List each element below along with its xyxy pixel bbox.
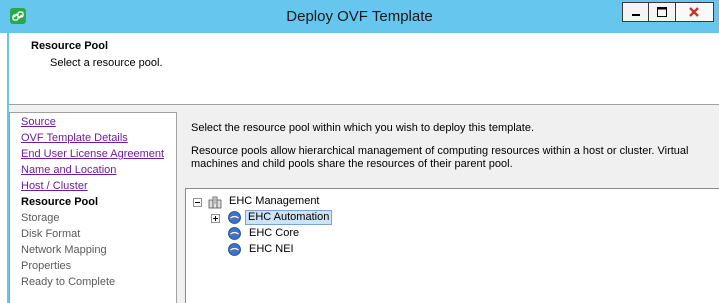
nav-step-source[interactable]: Source xyxy=(21,116,56,129)
wizard-header: Resource Pool Select a resource pool. xyxy=(9,33,719,105)
tree-node-ehc-nei[interactable]: EHC NEI xyxy=(249,243,294,256)
nav-step-resource-pool: Resource Pool xyxy=(21,196,99,208)
resource-pool-icon xyxy=(228,243,241,256)
title-bar: Deploy OVF Template xyxy=(0,0,719,33)
page-subtitle: Select a resource pool. xyxy=(50,57,163,69)
close-button[interactable] xyxy=(676,2,714,22)
description-text: Resource pools allow hierarchical manage… xyxy=(191,145,689,170)
nav-step-name-location[interactable]: Name and Location xyxy=(21,164,116,177)
nav-step-disk-format: Disk Format xyxy=(21,228,81,240)
resource-pool-icon xyxy=(228,211,241,224)
maximize-icon xyxy=(657,7,667,17)
minimize-button[interactable] xyxy=(622,2,649,22)
minimize-icon xyxy=(632,14,640,16)
collapse-toggle-icon[interactable] xyxy=(193,198,202,207)
cluster-icon xyxy=(208,196,222,209)
nav-step-ready-to-complete: Ready to Complete xyxy=(21,276,116,288)
window-title: Deploy OVF Template xyxy=(286,8,433,25)
nav-step-properties: Properties xyxy=(21,260,72,272)
maximize-button[interactable] xyxy=(649,2,676,22)
tree-node-ehc-core[interactable]: EHC Core xyxy=(249,227,299,240)
nav-step-ovf-template-details[interactable]: OVF Template Details xyxy=(21,132,128,145)
resource-pool-icon xyxy=(228,227,241,240)
close-icon xyxy=(689,7,699,17)
page-title: Resource Pool xyxy=(31,40,109,52)
nav-step-eula[interactable]: End User License Agreement xyxy=(21,148,164,161)
nav-step-network-mapping: Network Mapping xyxy=(21,244,107,256)
nav-step-storage: Storage xyxy=(21,212,60,224)
tree-node-ehc-automation[interactable]: EHC Automation xyxy=(245,210,333,225)
nav-step-host-cluster[interactable]: Host / Cluster xyxy=(21,180,88,193)
expand-toggle-icon[interactable] xyxy=(211,214,220,223)
tree-node-ehc-management[interactable]: EHC Management xyxy=(229,195,320,208)
instruction-text: Select the resource pool within which yo… xyxy=(191,122,535,134)
